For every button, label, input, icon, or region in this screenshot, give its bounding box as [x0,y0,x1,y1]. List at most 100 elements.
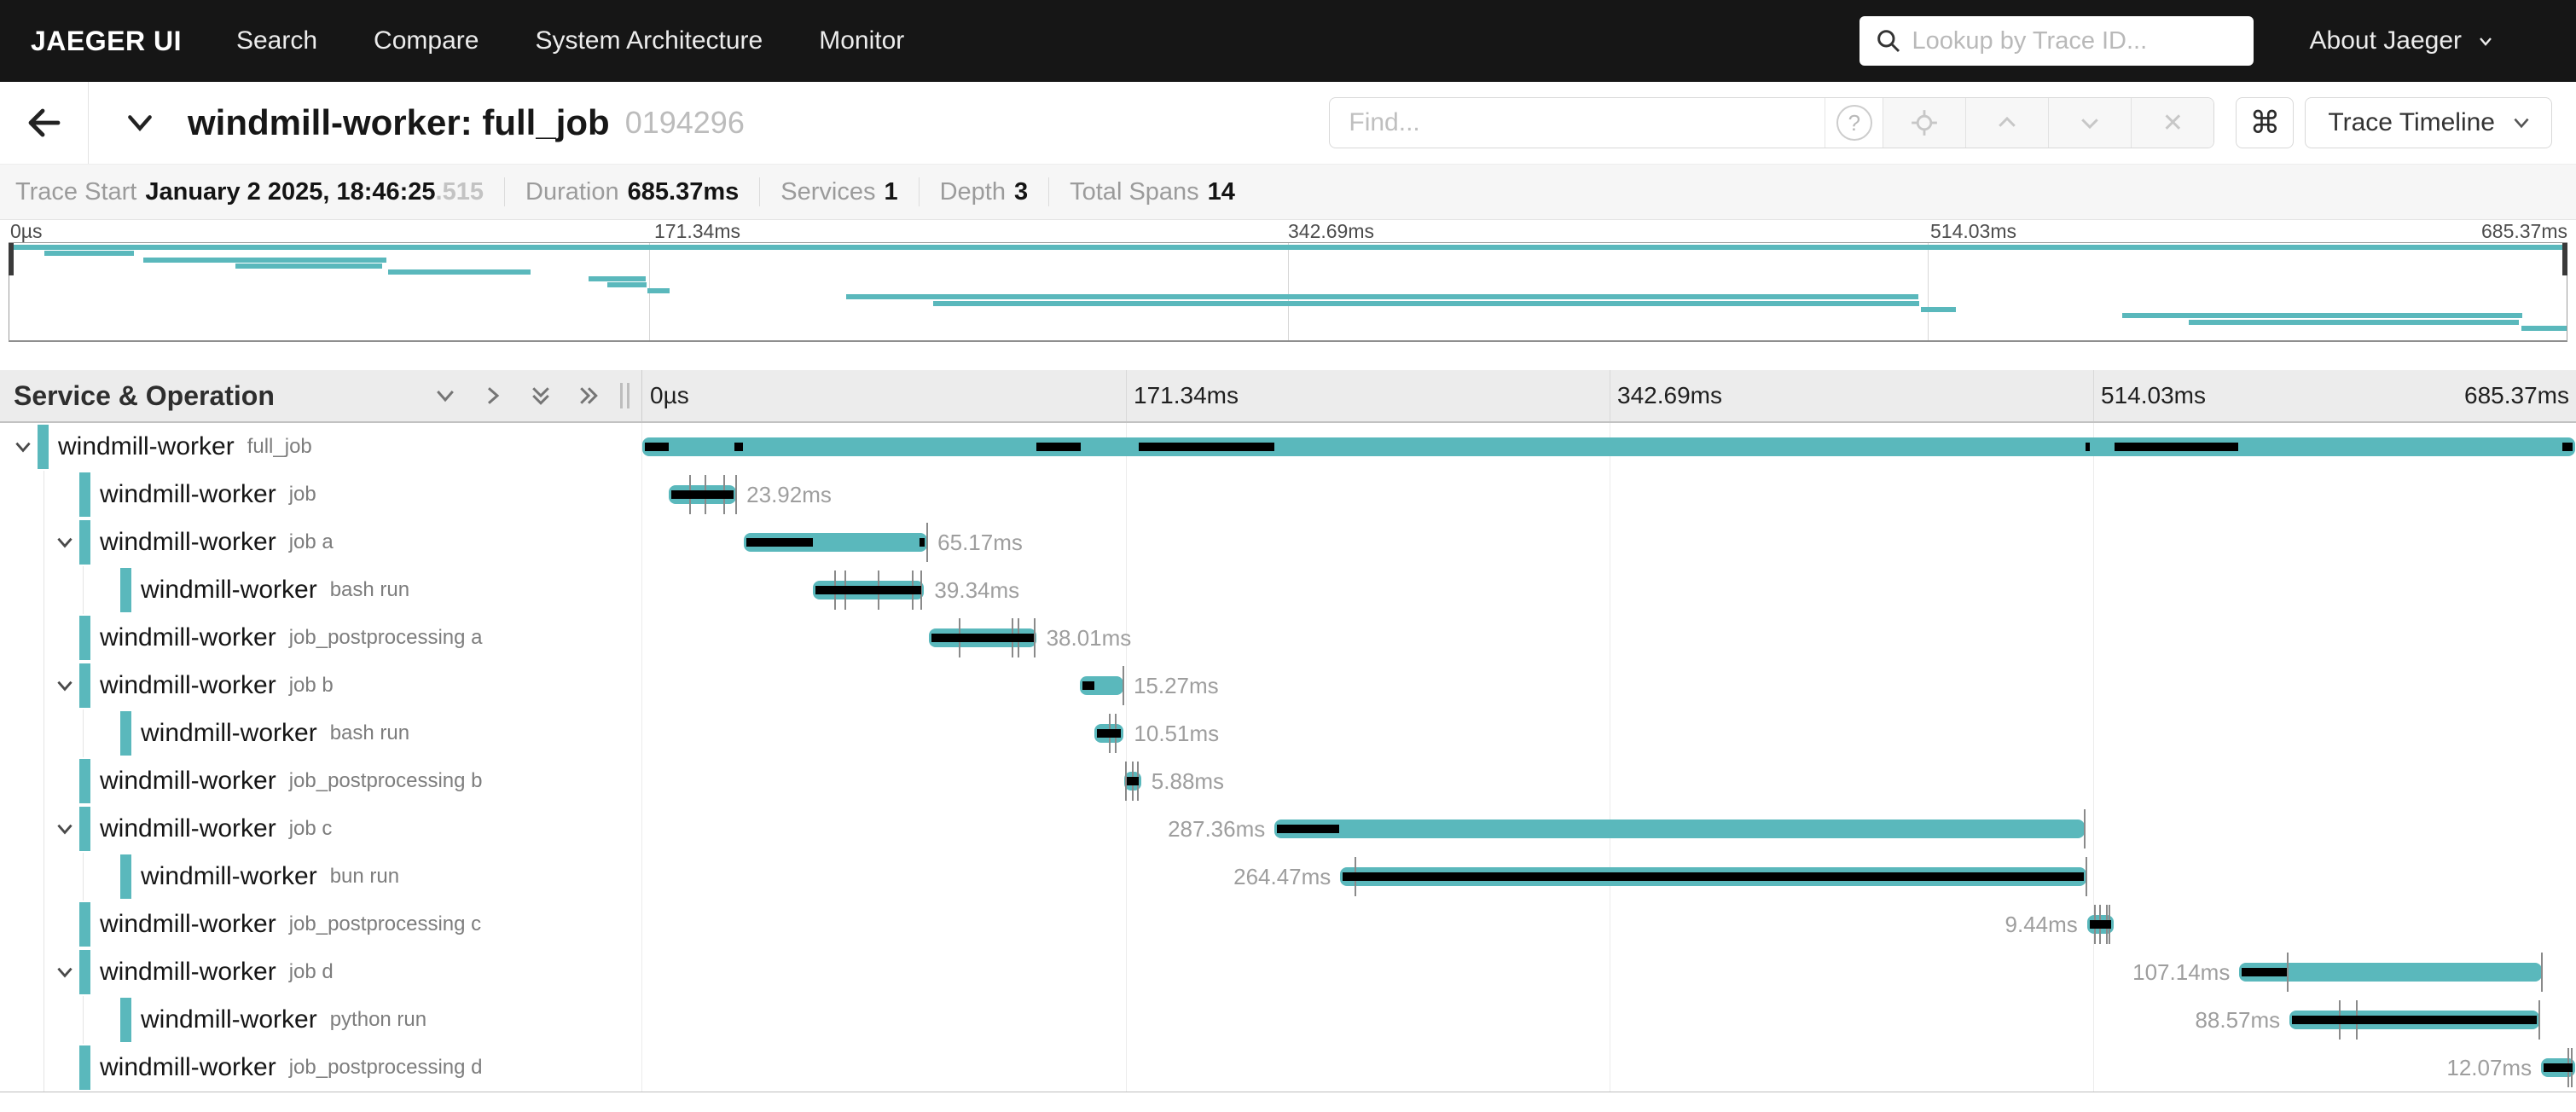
span-row: windmill-workerpython run 88.57ms [0,996,2576,1044]
service-name-text: windmill-worker [141,576,317,605]
span-row-label[interactable]: windmill-workerbun run [0,853,642,901]
nav-item-compare[interactable]: Compare [374,26,479,55]
span-duration-label: 39.34ms [934,576,1019,604]
span-collapse-chevron-icon[interactable] [54,961,76,987]
minimap-span-bar [2521,326,2567,331]
service-name-text: windmill-worker [58,432,235,461]
trace-view-selector[interactable]: Trace Timeline [2305,97,2552,148]
services-value: 1 [884,178,897,206]
span-timeline-cell: 10.51ms [642,709,2576,757]
expand-one-icon[interactable] [480,383,506,408]
focus-span-button[interactable] [1883,98,1965,148]
timeline-minimap[interactable] [9,242,2567,342]
about-jaeger-menu[interactable]: About Jaeger [2310,26,2496,55]
critical-path-segment [734,443,743,451]
span-duration-label: 23.92ms [746,481,832,508]
span-row-label[interactable]: windmill-workerjob_postprocessing b [0,757,642,805]
span-collapse-chevron-icon[interactable] [12,436,34,462]
span-bar[interactable] [642,437,2575,456]
keyboard-shortcuts-button[interactable]: ⌘ [2236,97,2294,148]
span-row-label[interactable]: windmill-workerjob c [0,805,642,853]
service-name: windmill-workerjob [100,471,316,518]
service-name: windmill-workerjob_postprocessing d [100,1044,483,1092]
service-color-block [120,568,131,612]
span-row-label[interactable]: windmill-workerjob_postprocessing c [0,901,642,948]
viewport-left-scrubber[interactable] [9,243,14,275]
span-timeline-cell [642,423,2576,471]
viewport-right-scrubber[interactable] [2562,243,2567,275]
span-row-label[interactable]: windmill-workerfull_job [0,423,642,471]
span-row-label[interactable]: windmill-workerjob_postprocessing d [0,1044,642,1092]
operation-name: job [289,483,316,507]
span-timeline-cell: 65.17ms [642,518,2576,566]
nav-item-monitor[interactable]: Monitor [819,26,904,55]
collapse-all-icon[interactable] [528,383,554,408]
minimap-gridline [1928,243,1929,340]
minimap-span-bar [647,288,670,293]
span-duration-label: 12.07ms [2446,1054,2532,1081]
span-log-tick [926,523,928,562]
clear-search-button[interactable]: ✕ [2131,98,2213,148]
collapse-one-icon[interactable] [432,383,458,408]
critical-path-segment [931,634,1034,642]
service-name: windmill-workerjob b [100,662,334,709]
column-resize-handle[interactable] [620,383,629,408]
span-duration-label: 88.57ms [2195,1006,2280,1034]
span-log-tick [2084,809,2086,848]
service-name: windmill-workerbun run [141,853,399,901]
timeline-tick-0: 0µs [650,382,689,409]
span-row-label[interactable]: windmill-workerjob a [0,518,642,566]
span-row-label[interactable]: windmill-workerjob_postprocessing a [0,614,642,662]
collapse-trace-detail-button[interactable] [123,106,157,140]
header-controls: Find... ? ✕ ⌘ Trace Timeline [1329,97,2552,148]
duration-label: Duration [525,178,619,206]
find-help-button[interactable]: ? [1825,98,1883,148]
find-input[interactable]: Find... [1330,98,1825,148]
service-name: windmill-workerjob a [100,518,334,566]
span-row-label[interactable]: windmill-workerjob [0,471,642,518]
span-row-label[interactable]: windmill-workerjob d [0,948,642,996]
critical-path-segment [2090,920,2111,929]
span-timeline-cell: 12.07ms [642,1044,2576,1092]
span-log-tick [2538,1000,2540,1040]
service-name-text: windmill-worker [100,623,276,652]
app-logo[interactable]: JAEGER UI [31,26,182,57]
service-name-text: windmill-worker [100,671,276,700]
critical-path-segment [2562,443,2573,451]
expand-all-icon[interactable] [576,383,601,408]
span-duration-label: 107.14ms [2132,959,2230,986]
service-color-block [79,663,90,708]
operation-name: job_postprocessing c [289,912,481,936]
find-group: Find... ? ✕ [1329,97,2214,148]
span-row: windmill-workerjob_postprocessing c9.44m… [0,901,2576,948]
service-color-block [120,998,131,1042]
arrow-left-icon [24,102,65,143]
span-row-label[interactable]: windmill-workerbash run [0,709,642,757]
span-row-label[interactable]: windmill-workerpython run [0,996,642,1044]
span-collapse-chevron-icon[interactable] [54,675,76,701]
service-name: windmill-workerjob_postprocessing b [100,757,483,805]
operation-name: job_postprocessing b [289,769,483,793]
critical-path-segment [920,538,925,547]
span-timeline-cell: 5.88ms [642,757,2576,805]
nav-item-search[interactable]: Search [236,26,317,55]
service-color-block [79,902,90,947]
span-timeline-cell: 264.47ms [642,853,2576,901]
span-collapse-chevron-icon[interactable] [54,818,76,844]
span-bar[interactable] [1274,820,2085,838]
service-color-block [79,472,90,517]
service-name: windmill-workerpython run [141,996,426,1044]
span-row-label[interactable]: windmill-workerbash run [0,566,642,614]
service-name-text: windmill-worker [141,1005,317,1034]
span-log-tick [1034,618,1036,657]
prev-result-button[interactable] [1965,98,2048,148]
span-row-label[interactable]: windmill-workerjob b [0,662,642,709]
find-placeholder: Find... [1349,108,1419,137]
critical-path-segment [2242,968,2287,976]
span-collapse-chevron-icon[interactable] [54,531,76,558]
nav-item-system-architecture[interactable]: System Architecture [535,26,763,55]
service-color-block [120,854,131,899]
next-result-button[interactable] [2048,98,2131,148]
back-button[interactable] [0,82,89,164]
trace-lookup-input[interactable]: Lookup by Trace ID... [1859,16,2254,66]
